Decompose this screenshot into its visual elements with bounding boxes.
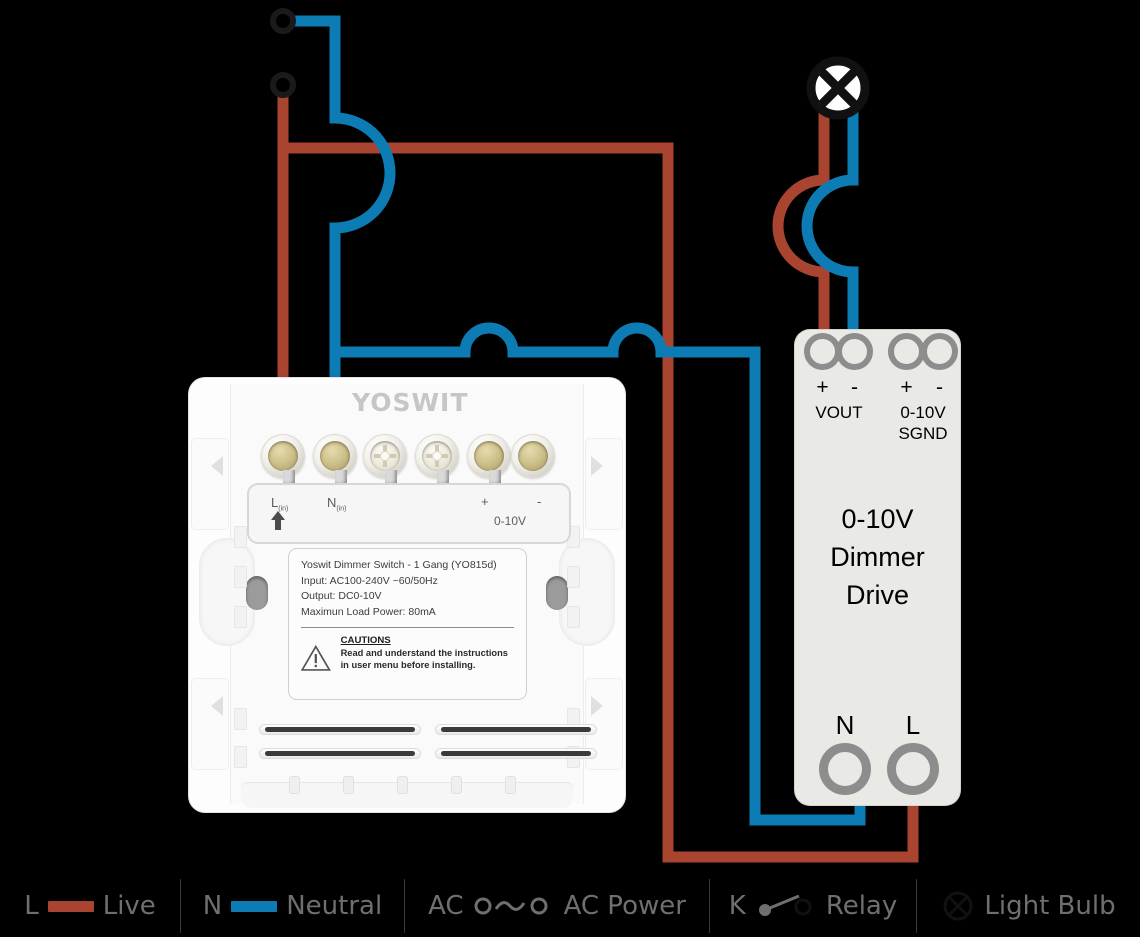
driver-terminal-signal-plus[interactable] [888, 333, 925, 370]
driver-sign-signal-plus: + [900, 376, 913, 399]
vent-slot-3 [435, 724, 597, 735]
spec-label-card: Yoswit Dimmer Switch - 1 Gang (YO815d) I… [288, 548, 527, 700]
driver-sign-vout-minus: - [851, 376, 858, 399]
driver-title-line-2: Dimmer [830, 542, 925, 572]
legend-bar: L Live N Neutral AC AC Power K Relay Lig… [0, 875, 1140, 937]
relay-icon [758, 894, 812, 916]
driver-group-label-vout: VOUT [815, 403, 863, 422]
legend-item-relay: K Relay [710, 875, 916, 937]
dimmer-driver-module[interactable]: 0-10V Dimmer Drive [795, 330, 960, 805]
direction-arrow-right-bottom [591, 696, 603, 716]
legend-item-live: L Live [0, 875, 180, 937]
driver-sign-signal-minus: - [936, 376, 943, 399]
screw-slot-left [246, 576, 268, 610]
cautions-heading: CAUTIONS [340, 635, 391, 646]
legend-item-neutral: N Neutral [181, 875, 404, 937]
cautions-body: Read and understand the instructions in … [340, 648, 508, 671]
legend-swatch-neutral [231, 900, 278, 912]
terminal-screw-signal-minus[interactable] [511, 434, 555, 478]
legend-item-light-bulb: Light Bulb [917, 875, 1140, 937]
terminal-label-minus: - [537, 494, 542, 509]
ac-source-icon [474, 897, 548, 915]
wiring-diagram-canvas: AC YOSWIT L(in) N(in) + - 0-10V Yoswit D… [0, 0, 1140, 937]
driver-terminal-signal-minus[interactable] [921, 333, 958, 370]
legend-label-light-bulb: Light Bulb [984, 891, 1116, 921]
legend-label-neutral: Neutral [286, 891, 383, 921]
terminal-label-live-in: L(in) [271, 495, 289, 513]
latch-tab-7 [567, 566, 580, 588]
clip-foot-2 [343, 776, 354, 794]
spec-model: Yoswit Dimmer Switch - 1 Gang (YO815d) [301, 559, 497, 571]
direction-arrow-left-top [211, 456, 223, 476]
vent-slot-4 [435, 748, 597, 759]
clip-foot-4 [451, 776, 462, 794]
driver-mains-label-l: L [905, 710, 921, 740]
direction-arrow-left-bottom [211, 696, 223, 716]
driver-group-label-signal-2: SGND [898, 424, 948, 443]
legend-label-ac-power: AC Power [563, 891, 686, 921]
latch-tab-8 [567, 606, 580, 628]
driver-title-line-1: 0-10V [841, 504, 914, 534]
driver-terminal-live[interactable] [887, 743, 939, 795]
direction-arrow-right-top [591, 456, 603, 476]
spec-max-load: Maximun Load Power: 80mA [301, 605, 436, 618]
driver-mains-label-n: N [835, 710, 855, 740]
mount-tab-left-top [191, 438, 229, 530]
driver-terminal-neutral[interactable] [819, 743, 871, 795]
spec-input: Input: AC100-240V ~60/50Hz [301, 574, 438, 587]
terminal-label-neutral-in: N(in) [327, 495, 347, 513]
latch-tab-5 [234, 746, 247, 768]
driver-terminal-vout-minus[interactable] [836, 333, 873, 370]
legend-key-live: L [24, 891, 39, 921]
warning-triangle-icon [301, 644, 331, 671]
legend-label-relay: Relay [825, 891, 898, 921]
clip-foot-1 [289, 776, 300, 794]
clip-foot-3 [397, 776, 408, 794]
spec-output: Output: DC0-10V [301, 590, 382, 602]
terminal-marking-strip: L(in) N(in) + - 0-10V [247, 483, 571, 544]
legend-key-ac: AC [428, 891, 464, 921]
clip-foot-5 [505, 776, 516, 794]
screw-slot-right [546, 576, 568, 610]
vent-slot-2 [259, 748, 421, 759]
latch-tab-1 [234, 526, 247, 548]
driver-group-label-signal-1: 0-10V [900, 403, 946, 422]
terminal-label-range: 0-10V [494, 514, 527, 528]
latch-tab-4 [234, 708, 247, 730]
driver-title-line-3: Drive [845, 580, 909, 610]
legend-swatch-live [47, 900, 94, 912]
legend-item-ac-power: AC AC Power [405, 875, 709, 937]
latch-tab-2 [234, 566, 247, 588]
mount-tab-left-bottom [191, 678, 229, 770]
legend-key-relay: K [728, 891, 746, 921]
light-bulb-icon [943, 891, 973, 921]
legend-key-neutral: N [202, 891, 223, 921]
vent-slot-1 [259, 724, 421, 735]
orientation-arrow-icon [271, 511, 285, 530]
mount-tab-right-top [585, 438, 623, 530]
terminal-label-plus: + [481, 494, 489, 509]
yoswit-brand-logo: YOSWIT [352, 388, 469, 414]
legend-label-live: Live [102, 891, 156, 921]
latch-tab-3 [234, 606, 247, 628]
